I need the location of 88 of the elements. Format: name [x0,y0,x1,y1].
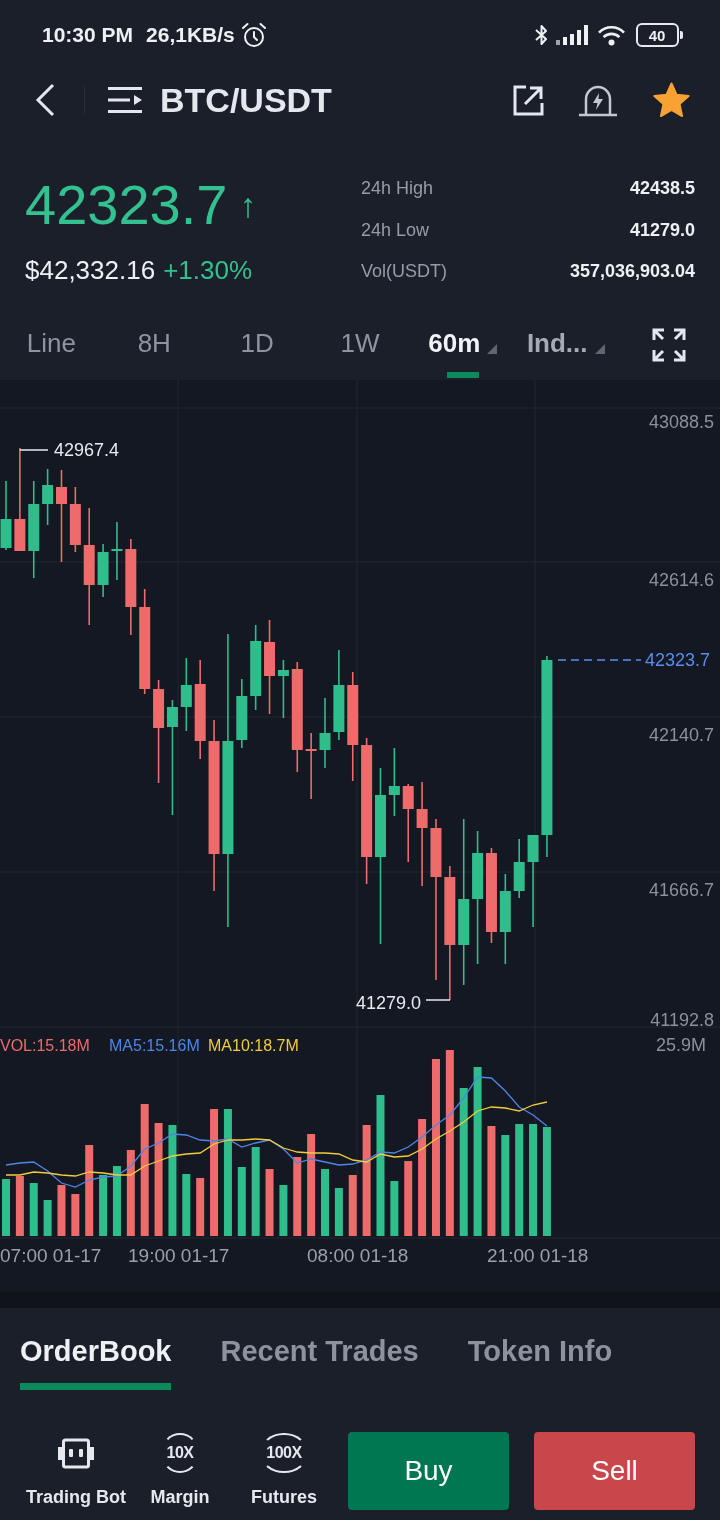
volume-bar [29,1183,38,1236]
network-speed: 26,1KB/s [146,23,235,47]
battery-level: 40 [636,23,684,47]
buy-button[interactable]: Buy [348,1432,509,1510]
stat-label: 24h High [361,178,434,200]
volume-bar [112,1166,121,1236]
interval-tab[interactable]: 60m [428,310,498,380]
leverage-badge: 100X [260,1433,308,1473]
ma10-legend: MA10:18.7M [208,1037,299,1054]
share-icon[interactable] [512,83,545,117]
interval-tab[interactable]: Line [26,310,76,380]
volume-bar [99,1175,108,1236]
high-price-label: 42967.4 [54,440,120,460]
sell-button[interactable]: Sell [534,1432,695,1510]
bluetooth-icon [533,23,550,47]
volume-bar [182,1174,191,1236]
stat-value: 357,036,903.04 [569,261,695,283]
robot-icon [58,1437,94,1469]
section-tab[interactable]: Token Info [467,1334,613,1368]
last-price: 42323.7 [25,175,228,235]
star-icon[interactable] [652,81,691,119]
volume-bar [71,1194,80,1236]
pair-title: BTC/USDT [160,80,332,120]
candlestick [111,521,123,581]
volume-bar [57,1185,66,1236]
price-change: +1.30% [163,254,253,286]
clock-time: 10:30 PM [42,23,134,47]
stat-label: 24h Low [361,219,430,241]
volume-bar [334,1188,343,1236]
stat-value: 41279.0 [629,219,695,241]
alarm-clock-icon [240,22,267,48]
candlestick [236,678,248,749]
dropdown-triangle-icon [487,344,498,354]
volume-bar [43,1200,52,1236]
candlestick [69,486,81,553]
leader-line [425,999,451,1001]
shortcut-button[interactable]: Trading Bot [26,1433,126,1508]
expand-icon[interactable] [651,328,686,362]
vol-legend: VOL:15.18M [0,1037,90,1054]
shortcut-button[interactable]: 100X Futures [251,1433,317,1508]
volume-bar [265,1169,274,1236]
volume-bar [390,1181,399,1236]
section-tab[interactable]: Recent Trades [220,1334,419,1368]
leader-line [19,449,49,451]
wifi-icon [597,24,626,46]
interval-tab[interactable]: Ind... [526,310,605,380]
ma5-legend: MA5:15.16M [109,1037,200,1054]
volume-bar [321,1169,329,1236]
shortcut-button[interactable]: 10X Margin [150,1433,210,1508]
price-axis-label: 41666.7 [648,880,714,900]
time-axis-label: 21:00 01-18 [487,1245,589,1266]
trend-arrow: ↑ [239,185,257,225]
price-axis-label: 42614.6 [648,570,714,590]
last-price-label: 42323.7 [645,650,711,670]
candlestick [319,697,331,769]
interval-tab[interactable]: 1W [340,310,380,380]
volume-bar [15,1176,24,1236]
cellular-signal-icon [556,25,588,45]
section-tab[interactable]: OrderBook [20,1334,172,1390]
candlestick [513,838,525,899]
price-axis-label: 42140.7 [648,725,714,745]
interval-tab[interactable]: 8H [137,310,171,380]
time-axis-label: 08:00 01-18 [307,1245,409,1266]
dropdown-triangle-icon [594,344,605,354]
leverage-badge: 10X [160,1433,200,1473]
volume-bar [279,1185,288,1236]
price-alert-icon[interactable] [578,83,618,117]
candlestick [388,747,400,817]
volume-bar [348,1175,357,1236]
candlestick [0,480,12,551]
volume-bar [2,1179,10,1236]
volume-axis-label: 25.9M [655,1035,706,1055]
candlestick [97,543,109,598]
price-axis-label: 41192.8 [650,1010,714,1030]
price-axis-label: 43088.5 [648,412,714,432]
time-axis-label: 07:00 01-17 [0,1245,102,1266]
menu-icon[interactable] [108,86,142,114]
stat-label: Vol(USDT) [361,261,447,283]
time-axis-label: 19:00 01-17 [128,1245,230,1266]
candlestick [305,732,317,800]
back-icon[interactable] [35,83,55,117]
volume-bar [237,1167,246,1236]
fiat-price: $42,332.16 [25,254,156,286]
volume-bar [196,1178,205,1236]
stat-value: 42438.5 [629,178,695,200]
interval-tab[interactable]: 1D [240,310,274,380]
low-price-label: 41279.0 [355,993,421,1013]
candlestick [42,468,54,526]
